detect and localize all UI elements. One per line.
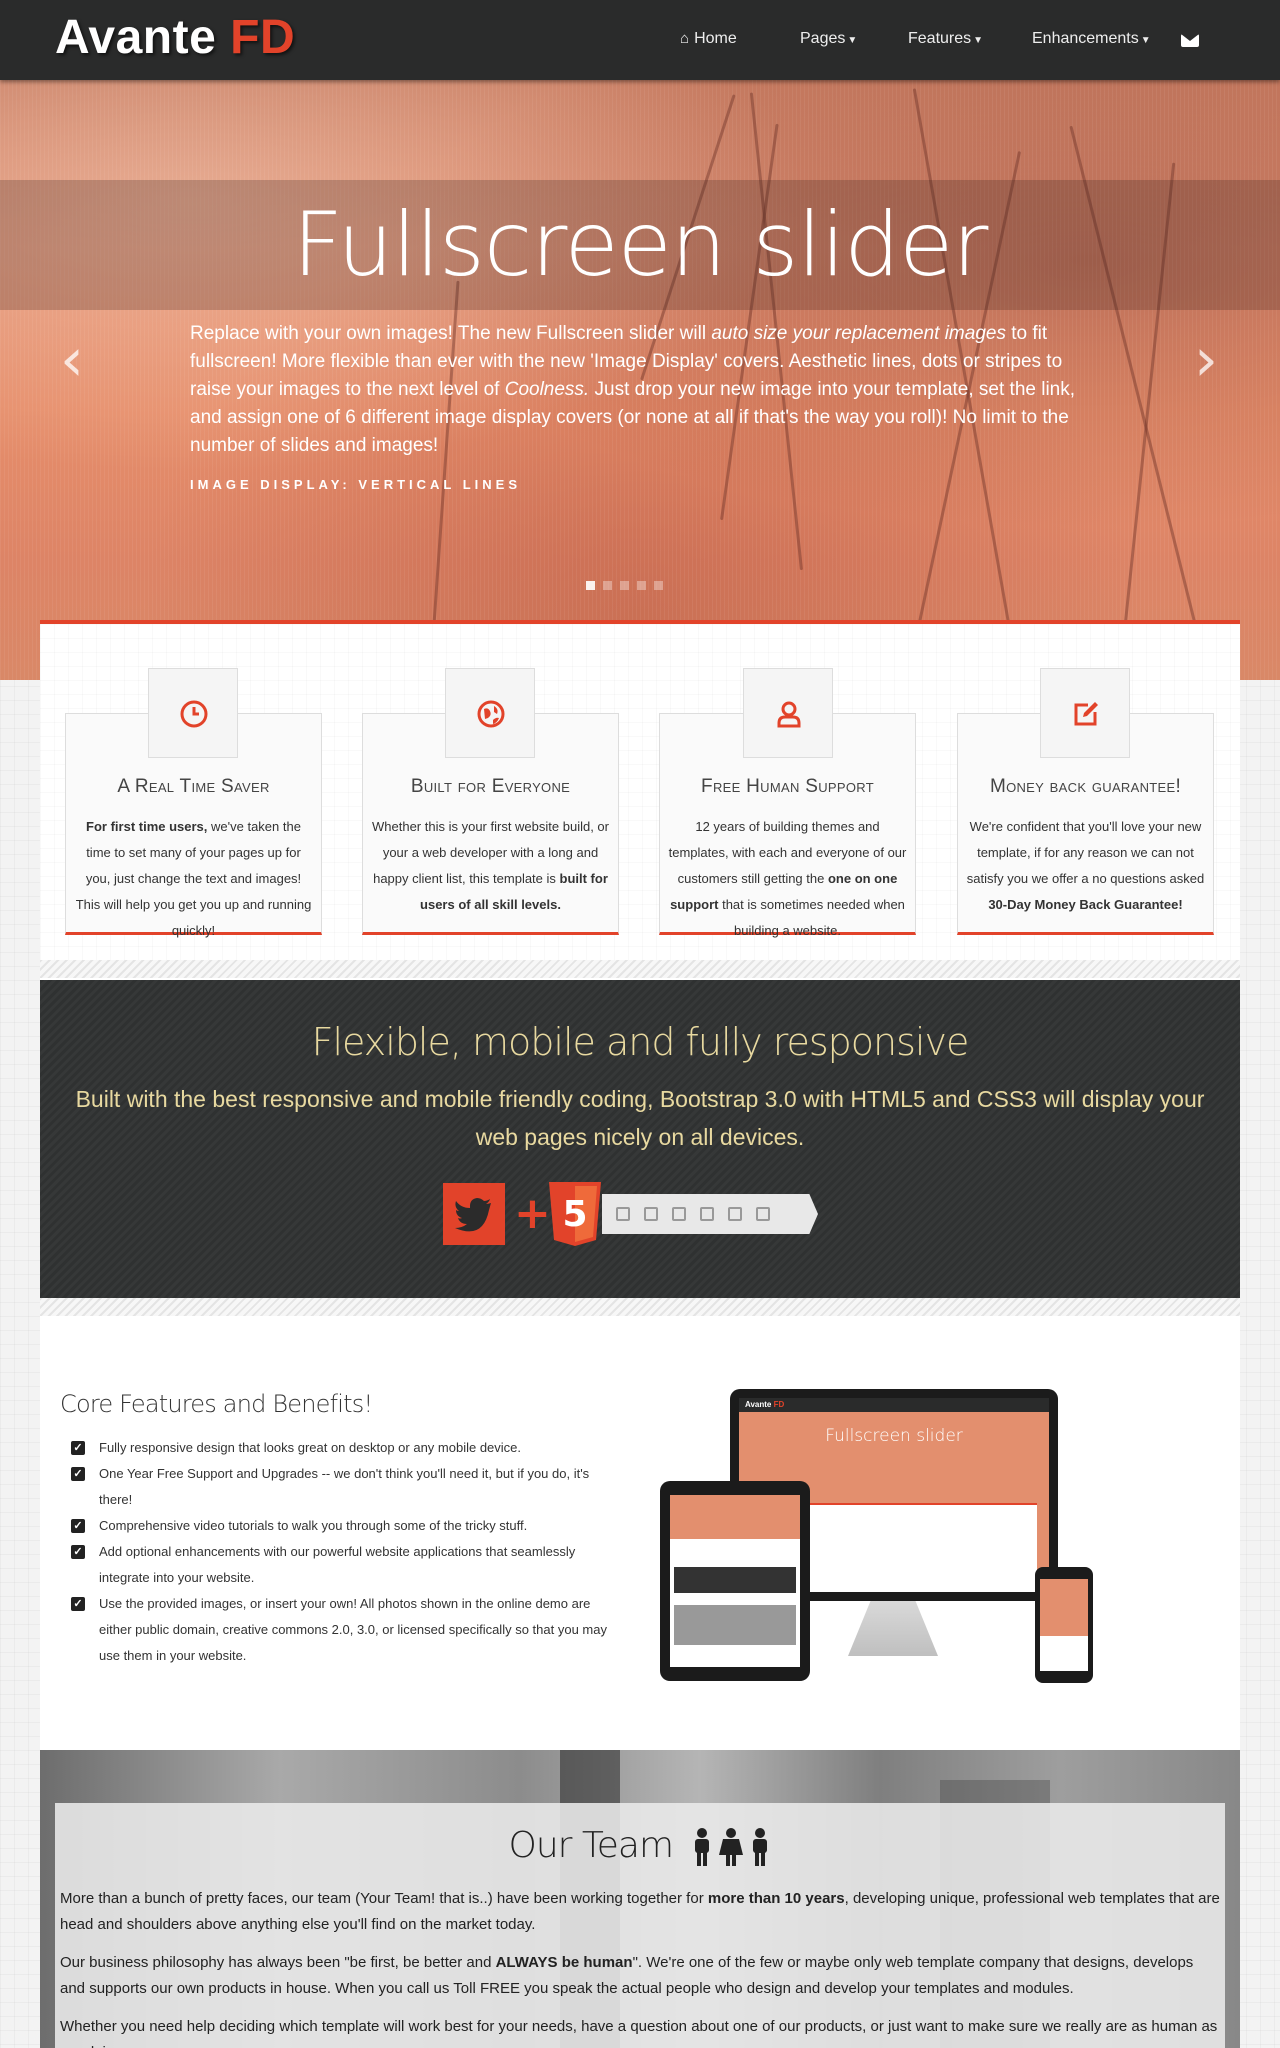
list-item: ✓ One Year Free Support and Upgrades -- w… xyxy=(70,1461,625,1513)
feature-icon-box xyxy=(1040,668,1130,758)
brand-logo[interactable]: Avante FD xyxy=(55,10,295,65)
tablet-device xyxy=(660,1481,810,1681)
nav-label-features: Features xyxy=(908,30,972,47)
slider-dot[interactable] xyxy=(603,581,612,590)
feature-title: Money back guarantee! xyxy=(989,776,1182,797)
home-icon: ⌂ xyxy=(680,30,690,47)
slider-dot[interactable] xyxy=(637,581,646,590)
slider-dot[interactable] xyxy=(620,581,629,590)
feature-icon-box xyxy=(445,668,535,758)
nav-item-pages[interactable]: Pages ▼ xyxy=(800,30,857,48)
feature-icon-box xyxy=(743,668,833,758)
list-item: ✓ Add optional enhancements with our powe… xyxy=(70,1539,625,1591)
responsive-text: Built with the best responsive and mobil… xyxy=(75,1086,1205,1150)
checkbox-icon: ✓ xyxy=(71,1467,85,1481)
monitor-stand xyxy=(848,1601,938,1656)
team-paragraph: More than a bunch of pretty faces, our t… xyxy=(60,1890,1220,1933)
user-icon xyxy=(777,701,801,728)
core-features-title: Core Features and Benefits! xyxy=(60,1390,373,1418)
list-item: ✓ Comprehensive video tutorials to walk y… xyxy=(70,1513,625,1539)
css-feature-icon xyxy=(728,1207,742,1221)
nav-item-enhancements[interactable]: Enhancements ▼ xyxy=(1032,30,1151,48)
list-item: ✓ Use the provided images, or insert your… xyxy=(70,1591,625,1669)
navbar: Avante FD ⌂ Home Pages ▼ Features ▼ Enhance… xyxy=(0,0,1280,80)
css-feature-icon xyxy=(616,1207,630,1221)
svg-text:5: 5 xyxy=(562,1194,587,1235)
feature-text: We're confident that you'll love your ne… xyxy=(966,819,1205,912)
feature-text: Whether this is your first website build… xyxy=(372,819,609,912)
slider-dots xyxy=(586,577,671,595)
edit-icon xyxy=(1074,702,1098,726)
checkbox-icon: ✓ xyxy=(71,1545,85,1559)
globe-icon xyxy=(477,700,505,728)
clock-icon xyxy=(180,700,208,728)
brand-accent: FD xyxy=(230,11,296,64)
image-display-label: IMAGE DISPLAY: VERTICAL LINES xyxy=(190,477,522,492)
nav-label-enhancements: Enhancements xyxy=(1032,30,1139,47)
slider-prev-arrow-icon[interactable]: ‹ xyxy=(52,330,92,390)
css-feature-icon xyxy=(644,1207,658,1221)
css3-features-strip xyxy=(602,1194,818,1234)
feature-title: Free Human Support xyxy=(701,776,874,797)
slider-next-arrow-icon[interactable]: › xyxy=(1186,330,1226,390)
responsive-title: Flexible, mobile and fully responsive xyxy=(311,1020,970,1064)
team-title: Our Team xyxy=(55,1825,1225,1867)
checkbox-icon: ✓ xyxy=(71,1441,85,1455)
nav-label-home: Home xyxy=(694,30,737,47)
nav-item-home[interactable]: ⌂ Home xyxy=(680,30,737,48)
checkbox-icon: ✓ xyxy=(71,1519,85,1533)
css-feature-icon xyxy=(756,1207,770,1221)
core-features-list: ✓ Fully responsive design that looks grea… xyxy=(70,1435,625,1669)
envelope-icon xyxy=(1181,34,1199,47)
nav-label-pages: Pages xyxy=(800,30,846,47)
responsive-banner: Flexible, mobile and fully responsive Bu… xyxy=(40,980,1240,1298)
list-item: ✓ Fully responsive design that looks grea… xyxy=(70,1435,625,1461)
css-feature-icon xyxy=(700,1207,714,1221)
caret-down-icon: ▼ xyxy=(1140,35,1151,46)
divider-stripe xyxy=(40,960,1240,978)
hero-slider: Fullscreen slider Replace with your own … xyxy=(0,80,1280,680)
phone-device xyxy=(1035,1567,1093,1683)
bootstrap-twitter-badge-icon xyxy=(443,1183,505,1245)
slider-dot[interactable] xyxy=(654,581,663,590)
html5-shield-icon: 5 xyxy=(549,1182,601,1246)
feature-text: For first time users, we've taken the ti… xyxy=(75,819,312,938)
feature-icon-box xyxy=(148,668,238,758)
feature-title: Built for Everyone xyxy=(410,776,571,797)
team-section: Our Team More than a bunch of pretty fac… xyxy=(55,1803,1225,2048)
team-paragraph: Whether you need help deciding which tem… xyxy=(60,2018,1218,2048)
divider-stripe xyxy=(40,1298,1240,1316)
team-paragraph: Our business philosophy has always been … xyxy=(60,1954,1194,1997)
nav-item-features[interactable]: Features ▼ xyxy=(908,30,983,48)
slider-dot[interactable] xyxy=(586,581,595,590)
caret-down-icon: ▼ xyxy=(973,35,984,46)
responsive-devices-illustration: Avante FD Fullscreen slider xyxy=(655,1385,1115,1705)
feature-title: A Real Time Saver xyxy=(117,776,270,797)
checkbox-icon: ✓ xyxy=(71,1597,85,1611)
people-icon xyxy=(694,1828,767,1866)
caret-down-icon: ▼ xyxy=(847,35,858,46)
css-feature-icon xyxy=(672,1207,686,1221)
hero-title: Fullscreen slider xyxy=(292,193,989,296)
brand-main: Avante xyxy=(55,11,217,64)
hero-description: Replace with your own images! The new Fu… xyxy=(190,323,1076,456)
feature-text: 12 years of building themes and template… xyxy=(668,819,907,938)
nav-item-contact[interactable] xyxy=(1181,34,1199,52)
